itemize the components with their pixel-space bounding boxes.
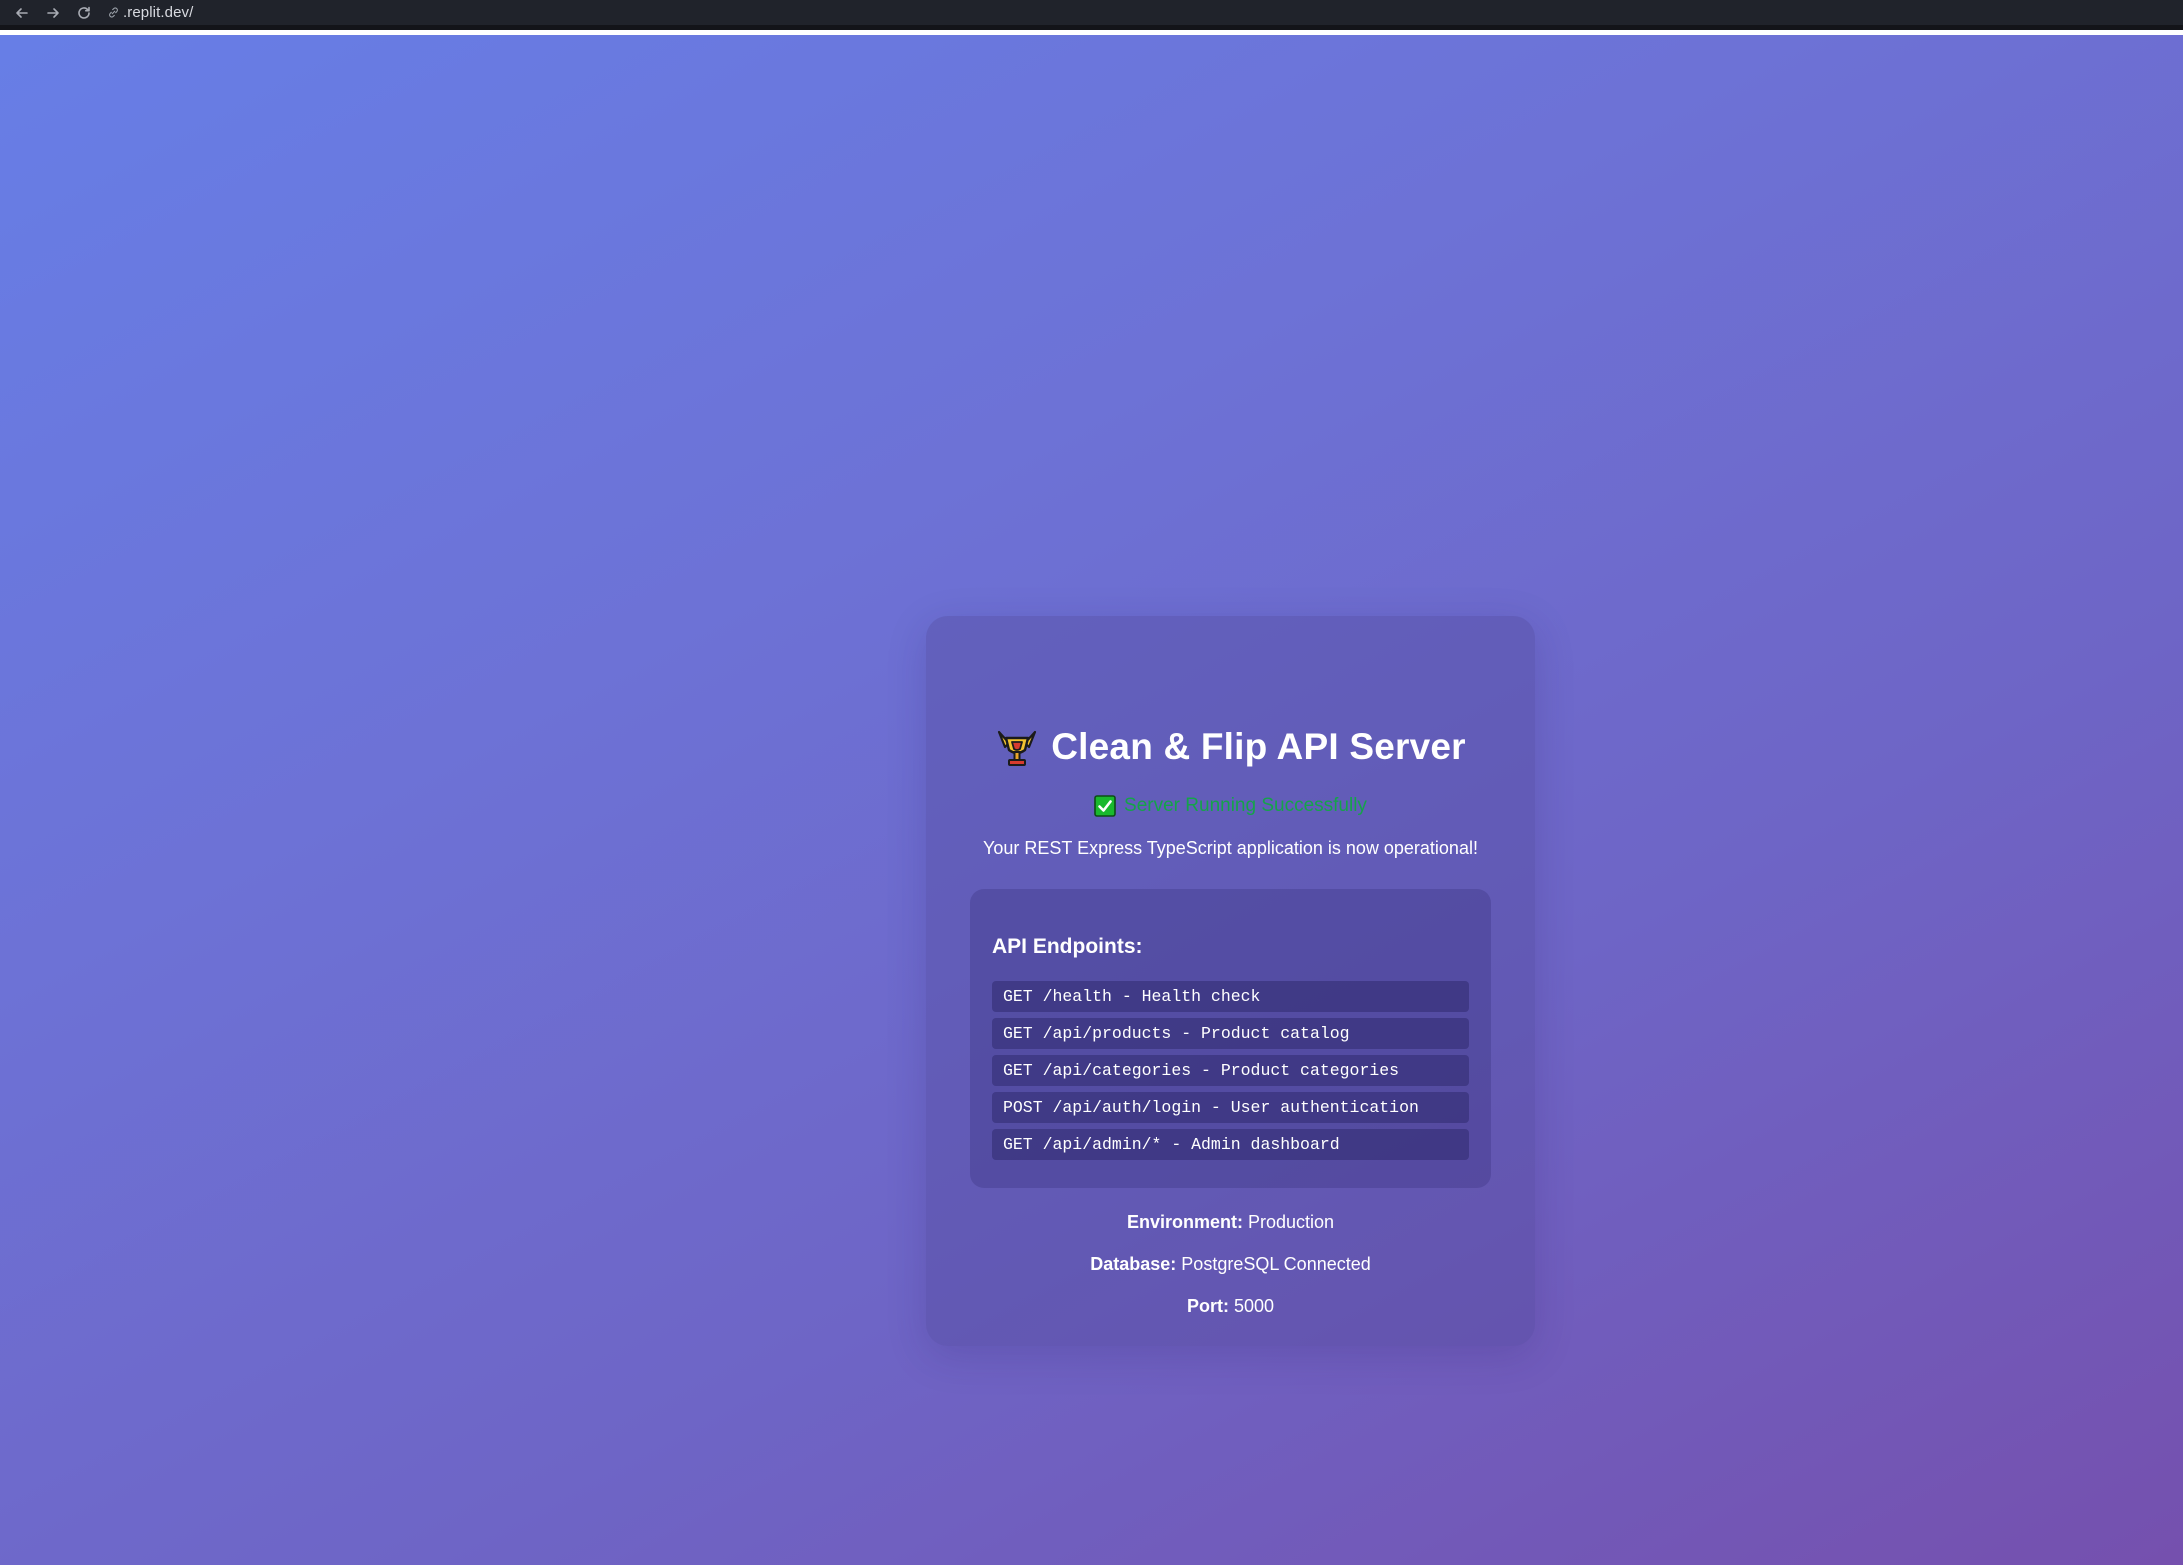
subtitle: Your REST Express TypeScript application… [983,838,1478,858]
trophy-icon [995,725,1039,769]
environment-info: Environment: Production [926,1212,1535,1233]
title-row: Clean & Flip API Server [926,722,1535,772]
endpoint-item[interactable]: GET /health - Health check [992,981,1469,1012]
check-box-icon [1094,795,1116,817]
browser-toolbar: .replit.dev/ [0,0,2183,30]
page-background: Clean & Flip API Server Server Running S… [0,35,2183,1565]
endpoint-item[interactable]: GET /api/admin/* - Admin dashboard [992,1129,1469,1160]
arrow-right-icon[interactable] [37,0,68,26]
port-value: 5000 [1233,1296,1275,1316]
link-icon [105,5,121,21]
environment-label: Environment: [1126,1212,1243,1232]
database-info: Database: PostgreSQL Connected [926,1254,1535,1275]
database-label: Database: [1090,1254,1177,1274]
endpoint-item[interactable]: POST /api/auth/login - User authenticati… [992,1092,1469,1123]
database-value: PostgreSQL Connected [1181,1254,1371,1274]
status-row: Server Running Successfully [926,791,1535,821]
endpoints-heading: API Endpoints: [992,935,1143,958]
port-label: Port: [1186,1296,1229,1316]
server-status-card: Clean & Flip API Server Server Running S… [926,616,1535,1346]
endpoints-panel: API Endpoints: GET /health - Health chec… [970,889,1491,1188]
url-text: .replit.dev/ [123,4,194,21]
endpoint-item[interactable]: GET /api/categories - Product categories [992,1055,1469,1086]
reload-icon[interactable] [68,0,99,26]
page-title: Clean & Flip API Server [1051,726,1466,767]
endpoint-list: GET /health - Health check GET /api/prod… [992,981,1469,1166]
address-bar[interactable]: .replit.dev/ [105,1,193,25]
arrow-left-icon[interactable] [6,0,37,26]
port-info: Port: 5000 [926,1296,1535,1317]
status-text: Server Running Successfully [1124,795,1367,816]
endpoint-item[interactable]: GET /api/products - Product catalog [992,1018,1469,1049]
environment-value: Production [1247,1212,1335,1232]
